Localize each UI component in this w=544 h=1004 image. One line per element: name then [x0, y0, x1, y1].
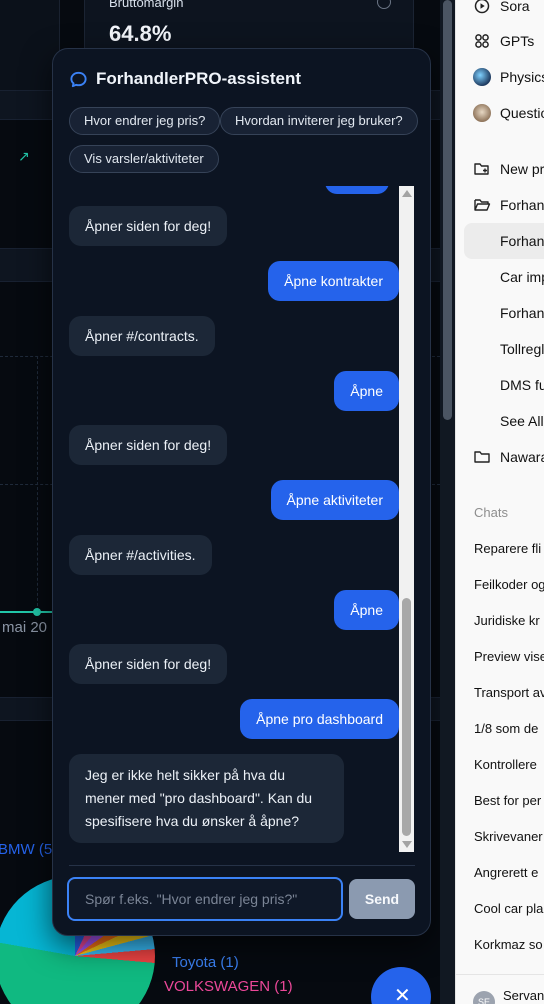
- sidebar-item-label: Physics: [500, 69, 544, 85]
- sidebar-item-label: Nawara: [500, 449, 544, 465]
- close-icon: ✕: [394, 985, 411, 1004]
- suggestion-chip-change-price[interactable]: Hvor endrer jeg pris?: [69, 107, 221, 135]
- chat-title: ForhandlerPRO-assistent: [96, 69, 301, 88]
- chat-history-item[interactable]: Kontrollere: [474, 757, 537, 772]
- folder-icon: [473, 448, 491, 466]
- sidebar-see-all[interactable]: See All: [456, 403, 544, 439]
- chat-history-item[interactable]: 1/8 som de: [474, 721, 538, 736]
- chart-line-series: [0, 611, 60, 613]
- composer-divider: [69, 865, 415, 866]
- message-list-scrollbar[interactable]: [399, 186, 414, 852]
- sidebar-item-new-project[interactable]: New pr: [456, 151, 544, 187]
- user-message: Åpne pro dashboard: [240, 699, 399, 739]
- user-message: Åpne: [334, 590, 399, 630]
- chat-history-item[interactable]: Cool car pla: [474, 901, 543, 916]
- suggestion-chip-invite-user[interactable]: Hvordan inviterer jeg bruker?: [220, 107, 418, 135]
- user-message: Åpne aktiviteter: [270, 480, 399, 520]
- kpi-label: Bruttomargin: [109, 0, 184, 10]
- sidebar-subitem[interactable]: Tollregl: [456, 331, 544, 367]
- sidebar-subitem[interactable]: Car imp: [456, 259, 544, 295]
- sidebar-item-project-nawara[interactable]: Nawara: [456, 439, 544, 475]
- sidebar-item-label: See All: [500, 413, 544, 429]
- sidebar-subitem-active[interactable]: Forhand: [464, 223, 544, 259]
- new-folder-icon: [473, 160, 491, 178]
- user-message-partial: [325, 186, 389, 194]
- sidebar-subitem[interactable]: DMS fu: [456, 367, 544, 403]
- suggestion-chip-show-alerts[interactable]: Vis varsler/aktiviteter: [69, 145, 219, 173]
- chat-history-item[interactable]: Feilkoder og: [474, 577, 544, 592]
- sidebar-subitem[interactable]: Forhand: [456, 295, 544, 331]
- sidebar-item-label: Forhand: [500, 305, 544, 321]
- sidebar-item-label: Question: [500, 105, 544, 121]
- grid-icon: [473, 32, 491, 50]
- sidebar-item-label: Forhand: [500, 233, 544, 249]
- sidebar-item-project-forhand[interactable]: Forhand: [456, 187, 544, 223]
- bot-message: Jeg er ikke helt sikker på hva du mener …: [69, 754, 344, 843]
- chart-gridline: [37, 356, 38, 611]
- sidebar-item-label: New pr: [500, 161, 544, 177]
- bot-message: Åpner #/activities.: [69, 535, 212, 575]
- avatar: SE: [473, 991, 495, 1004]
- bot-message: Åpner siden for deg!: [69, 644, 228, 684]
- owl-avatar-icon: [473, 104, 491, 122]
- send-button[interactable]: Send: [349, 879, 415, 919]
- chat-history-item[interactable]: Reparere fli: [474, 541, 541, 556]
- chat-history-item[interactable]: Korkmaz so: [474, 937, 543, 952]
- chat-bubble-icon: [70, 71, 87, 87]
- scroll-up-arrow-icon[interactable]: [402, 190, 412, 197]
- chat-header: ForhandlerPRO-assistent: [69, 69, 301, 89]
- bot-message: Åpner siden for deg!: [69, 206, 228, 246]
- chat-history-item[interactable]: Juridiske kr: [474, 613, 540, 628]
- legend-item-volkswagen: VOLKSWAGEN (1): [164, 978, 293, 995]
- info-icon: [377, 0, 391, 9]
- sidebar-item-label: Tollregl: [500, 341, 544, 357]
- sidebar-item-label: Forhand: [500, 197, 544, 213]
- sidebar-item-label: GPTs: [500, 33, 535, 49]
- chat-history-item[interactable]: Best for per: [474, 793, 541, 808]
- sidebar-item-label: Car imp: [500, 269, 544, 285]
- page-scrollbar-thumb[interactable]: [443, 0, 452, 420]
- message-list[interactable]: Åpner siden for deg! Åpne kontrakter Åpn…: [69, 186, 399, 852]
- scrollbar-thumb[interactable]: [402, 598, 411, 836]
- pie-label-bmw: BMW (5: [0, 841, 53, 858]
- user-name: Servan: [503, 988, 544, 1003]
- user-message: Åpne: [334, 371, 399, 411]
- chat-history-item[interactable]: Preview vise: [474, 649, 544, 664]
- physics-avatar-icon: [473, 68, 491, 86]
- folder-open-icon: [473, 196, 491, 214]
- user-message: Åpne kontrakter: [268, 261, 399, 301]
- chat-history-item[interactable]: Transport av: [474, 685, 544, 700]
- sidebar-item-sora[interactable]: Sora: [456, 0, 544, 24]
- chat-message-input[interactable]: [67, 877, 343, 921]
- kpi-value: 64.8%: [109, 21, 172, 46]
- assistant-chat-panel: ForhandlerPRO-assistent Hvor endrer jeg …: [52, 48, 431, 936]
- bot-message: Åpner #/contracts.: [69, 316, 215, 356]
- chatgpt-sidebar: Sora GPTs Physics Question New pr Forhan…: [455, 0, 544, 1004]
- chart-point: [33, 608, 41, 616]
- sidebar-item-label: Sora: [500, 0, 530, 14]
- sidebar-item-physics[interactable]: Physics: [456, 59, 544, 95]
- trend-up-icon: ↗: [18, 148, 30, 164]
- sidebar-item-gpts[interactable]: GPTs: [456, 23, 544, 59]
- kpi-card-partial: [0, 0, 60, 90]
- play-circle-icon: [473, 0, 491, 15]
- sidebar-item-label: DMS fu: [500, 377, 544, 393]
- chat-history-item[interactable]: Skrivevaner: [474, 829, 543, 844]
- page-scrollbar[interactable]: [440, 0, 455, 1004]
- legend-item-toyota: Toyota (1): [172, 954, 239, 971]
- chats-heading: Chats: [474, 505, 508, 520]
- scroll-down-arrow-icon[interactable]: [402, 841, 412, 848]
- chat-history-item[interactable]: Angrerett e: [474, 865, 538, 880]
- bot-message: Åpner siden for deg!: [69, 425, 228, 465]
- chart-x-tick: mai 20: [2, 619, 48, 636]
- user-account-footer[interactable]: SE Servan: [456, 974, 544, 1004]
- sidebar-item-question[interactable]: Question: [456, 95, 544, 131]
